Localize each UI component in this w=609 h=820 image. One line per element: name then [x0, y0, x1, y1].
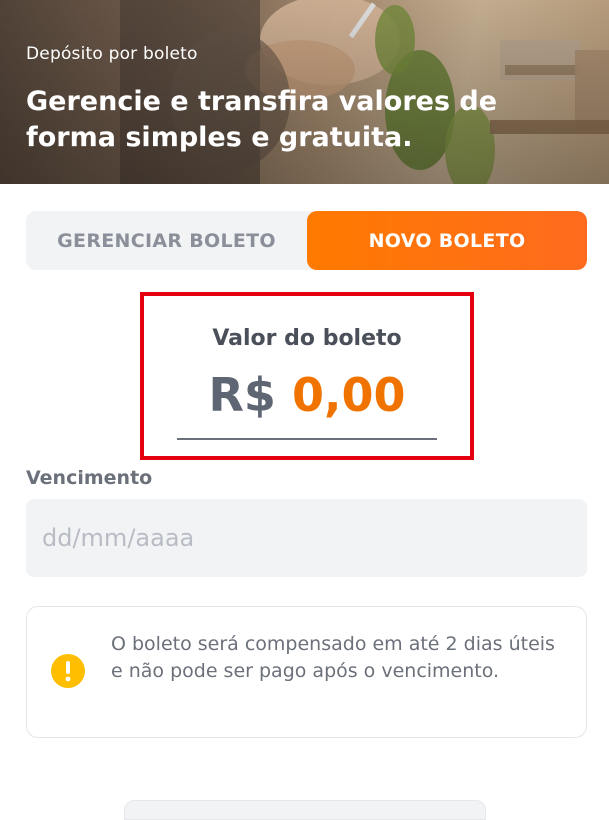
info-text: O boleto será compensado em até 2 dias ú… — [111, 633, 555, 682]
tab-manage-boleto[interactable]: GERENCIAR BOLETO — [26, 211, 307, 270]
amount-underline — [177, 438, 437, 440]
page-title: Gerencie e transfira valores de forma si… — [26, 86, 498, 153]
amount-input[interactable]: R$ 0,00 — [144, 368, 470, 422]
amount-highlight: Valor do boleto R$ 0,00 — [140, 292, 474, 460]
due-date-label: Vencimento — [26, 467, 153, 489]
due-date-field[interactable]: dd/mm/aaaa — [26, 499, 587, 577]
hero-banner: Depósito por boleto Gerencie e transfira… — [0, 0, 609, 184]
boleto-tab-switcher: GERENCIAR BOLETO NOVO BOLETO — [26, 211, 587, 270]
tab-new-boleto[interactable]: NOVO BOLETO — [307, 211, 587, 270]
amount-currency: R$ — [208, 368, 276, 422]
bottom-button-edge[interactable] — [124, 800, 486, 820]
warning-icon — [51, 654, 85, 688]
due-date-placeholder: dd/mm/aaaa — [42, 524, 195, 552]
info-card: O boleto será compensado em até 2 dias ú… — [26, 606, 587, 738]
page-kicker: Depósito por boleto — [26, 44, 198, 64]
amount-value: 0,00 — [291, 368, 406, 422]
amount-label: Valor do boleto — [212, 326, 402, 351]
